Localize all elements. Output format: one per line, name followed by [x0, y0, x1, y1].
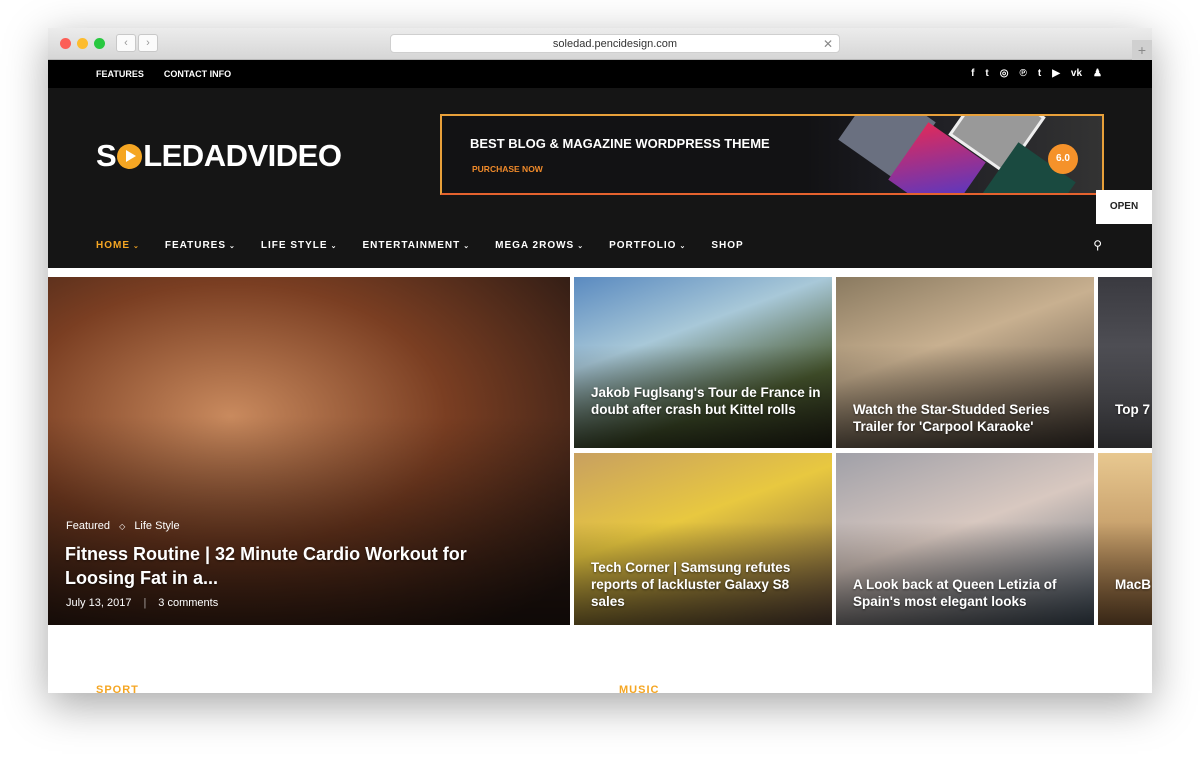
forward-button[interactable]: › — [138, 34, 158, 52]
sections-area: SPORT MUSIC — [48, 625, 1152, 693]
version-badge: 6.0 — [1048, 144, 1078, 174]
minimize-window-button[interactable] — [77, 38, 88, 49]
nav-item-entertainment[interactable]: ENTERTAINMENT ⌄ — [362, 240, 470, 251]
site-header: S LEDADVIDEO BEST BLOG & MAGAZINE WORDPRE… — [48, 88, 1152, 220]
topbar-link-contact[interactable]: CONTACT INFO — [164, 69, 231, 79]
post-title: Tech Corner | Samsung refutes reports of… — [591, 560, 791, 609]
clear-url-icon[interactable]: ✕ — [823, 35, 833, 53]
section-heading-music[interactable]: MUSIC — [619, 684, 659, 693]
post-title: A Look back at Queen Letizia of Spain's … — [853, 577, 1057, 609]
comments-link[interactable]: 3 comments — [158, 597, 218, 609]
main-nav: HOME ⌄ FEATURES ⌄ LIFE STYLE ⌄ ENTERTAINMEN… — [48, 220, 1152, 272]
category-link[interactable]: Life Style — [134, 520, 179, 532]
post-tile[interactable]: Top 7 Run li — [1098, 277, 1152, 448]
purchase-now-link[interactable]: PURCHASE NOW — [472, 164, 543, 174]
maximize-window-button[interactable] — [94, 38, 105, 49]
post-date: July 13, 2017 — [66, 597, 132, 609]
instagram-icon[interactable]: ◎ — [1000, 68, 1009, 79]
snapchat-icon[interactable]: ♟ — [1093, 68, 1102, 79]
category-link[interactable]: Featured — [66, 520, 110, 532]
open-panel-button[interactable]: OPEN — [1096, 190, 1152, 224]
topbar-link-features[interactable]: FEATURES — [96, 69, 144, 79]
post-title: MacB Pro: T — [1115, 577, 1152, 592]
post-title: Top 7 Run li — [1115, 402, 1152, 417]
url-text: soledad.pencidesign.com — [552, 38, 678, 50]
post-tile[interactable]: MacB Pro: T — [1098, 453, 1152, 625]
nav-item-features[interactable]: FEATURES ⌄ — [165, 240, 236, 251]
post-title: Jakob Fuglsang's Tour de France in doubt… — [591, 385, 821, 417]
post-title: Watch the Star-Studded Series Trailer fo… — [853, 402, 1050, 434]
new-tab-button[interactable]: + — [1132, 40, 1152, 60]
close-window-button[interactable] — [60, 38, 71, 49]
vk-icon[interactable]: vk — [1071, 68, 1082, 79]
facebook-icon[interactable]: f — [971, 68, 974, 79]
ad-banner[interactable]: BEST BLOG & MAGAZINE WORDPRESS THEME PUR… — [440, 114, 1104, 195]
chevron-down-icon: ⌄ — [133, 243, 140, 250]
top-bar: FEATURES CONTACT INFO f t ◎ ℗ t ▶ vk ♟ — [48, 60, 1152, 88]
nav-item-portfolio[interactable]: PORTFOLIO ⌄ — [609, 240, 686, 251]
play-icon — [117, 144, 143, 169]
site-logo[interactable]: S LEDADVIDEO — [96, 138, 342, 174]
post-tile[interactable]: A Look back at Queen Letizia of Spain's … — [836, 453, 1094, 625]
post-tile[interactable]: Watch the Star-Studded Series Trailer fo… — [836, 277, 1094, 448]
nav-item-life-style[interactable]: LIFE STYLE ⌄ — [261, 240, 338, 251]
featured-post[interactable]: Featured ◇ Life Style Fitness Routine | … — [48, 277, 570, 625]
pinterest-icon[interactable]: ℗ — [1019, 68, 1026, 79]
chevron-down-icon: ⌄ — [679, 243, 687, 250]
address-bar[interactable]: soledad.pencidesign.com ✕ — [390, 34, 840, 53]
featured-grid: Featured ◇ Life Style Fitness Routine | … — [48, 277, 1152, 625]
tumblr-icon[interactable]: t — [1038, 68, 1041, 79]
browser-window: ‹ › soledad.pencidesign.com ✕ + FEATURES C… — [48, 28, 1152, 693]
chevron-down-icon: ⌄ — [330, 243, 338, 250]
logo-text: S — [96, 138, 117, 173]
post-tile[interactable]: Jakob Fuglsang's Tour de France in doubt… — [574, 277, 832, 448]
nav-item-mega-2rows[interactable]: MEGA 2ROWS ⌄ — [495, 240, 584, 251]
browser-titlebar: ‹ › soledad.pencidesign.com ✕ + — [48, 28, 1152, 60]
logo-text: LEDADVIDEO — [143, 138, 342, 173]
nav-item-shop[interactable]: SHOP — [711, 240, 743, 251]
chevron-down-icon: ⌄ — [463, 243, 471, 250]
post-tile[interactable]: Tech Corner | Samsung refutes reports of… — [574, 453, 832, 625]
back-button[interactable]: ‹ — [116, 34, 136, 52]
banner-title: BEST BLOG & MAGAZINE WORDPRESS THEME — [470, 136, 770, 151]
nav-item-home[interactable]: HOME ⌄ — [96, 240, 140, 251]
chevron-down-icon: ⌄ — [577, 243, 585, 250]
youtube-icon[interactable]: ▶ — [1052, 68, 1060, 79]
section-heading-sport[interactable]: SPORT — [96, 684, 139, 693]
twitter-icon[interactable]: t — [985, 68, 988, 79]
featured-post-title[interactable]: Fitness Routine | 32 Minute Cardio Worko… — [65, 542, 505, 590]
chevron-down-icon: ⌄ — [229, 243, 236, 250]
search-icon[interactable]: ⚲ — [1093, 238, 1102, 252]
